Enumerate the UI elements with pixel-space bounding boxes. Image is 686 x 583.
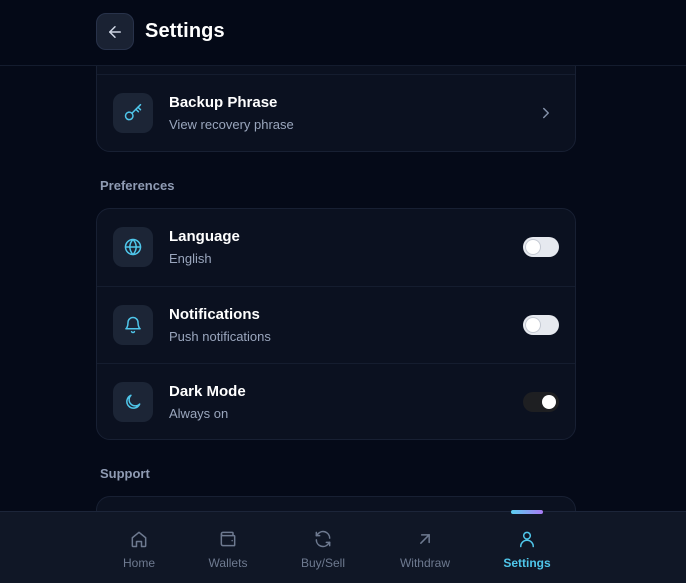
chevron-right-icon [543,107,549,119]
preferences-label: Preferences [100,178,175,193]
row-title: Dark Mode [169,383,246,400]
row-subtitle: English [169,251,212,266]
language-toggle[interactable] [523,237,559,257]
security-card: Backup Phrase View recovery phrase [96,66,576,152]
nav-settings[interactable]: Settings [487,528,567,572]
row-subtitle: Push notifications [169,329,271,344]
nav-label: Home [122,556,155,570]
settings-screen: Settings Backup Phrase View recovery phr… [0,0,686,583]
row-title: Language [169,228,240,245]
support-label: Support [100,466,150,481]
row-title: Notifications [169,306,260,323]
nav-withdraw[interactable]: Withdraw [385,528,465,572]
arrow-up-right-icon [414,528,436,550]
dark-mode-toggle[interactable] [523,392,559,412]
nav-label: Withdraw [399,556,450,570]
notifications-row[interactable]: Notifications Push notifications [97,286,575,363]
toggle-knob [542,395,556,409]
preferences-card: Language English Notifications Push noti… [96,208,576,440]
refresh-icon [312,528,334,550]
row-subtitle: View recovery phrase [169,117,294,132]
dark-mode-row[interactable]: Dark Mode Always on [97,363,575,439]
language-row[interactable]: Language English [97,209,575,286]
back-button[interactable] [96,13,134,50]
page-title: Settings [145,20,225,42]
settings-content[interactable]: Backup Phrase View recovery phrase Prefe… [0,66,686,512]
nav-wallets[interactable]: Wallets [188,528,268,572]
bell-icon [113,305,153,345]
nav-buy-sell[interactable]: Buy/Sell [283,528,363,572]
active-tab-indicator [511,510,543,514]
key-icon [113,93,153,133]
nav-label: Buy/Sell [300,556,346,570]
toggle-knob [526,318,540,332]
moon-icon [113,382,153,422]
bottom-nav: Home Wallets Buy/Sell Withdraw Settings [0,510,686,583]
row-subtitle: Always on [169,406,229,421]
row-title: Backup Phrase [169,94,278,111]
arrow-left-icon [109,25,121,38]
home-icon [128,528,150,550]
notifications-toggle[interactable] [523,315,559,335]
nav-label: Settings [503,556,551,570]
header: Settings [0,0,686,66]
globe-icon [113,227,153,267]
nav-home[interactable]: Home [99,528,179,572]
nav-label: Wallets [208,556,248,570]
wallet-icon [217,528,239,550]
user-icon [516,528,538,550]
toggle-knob [526,240,540,254]
support-card [96,496,576,512]
backup-phrase-row[interactable]: Backup Phrase View recovery phrase [97,75,575,151]
